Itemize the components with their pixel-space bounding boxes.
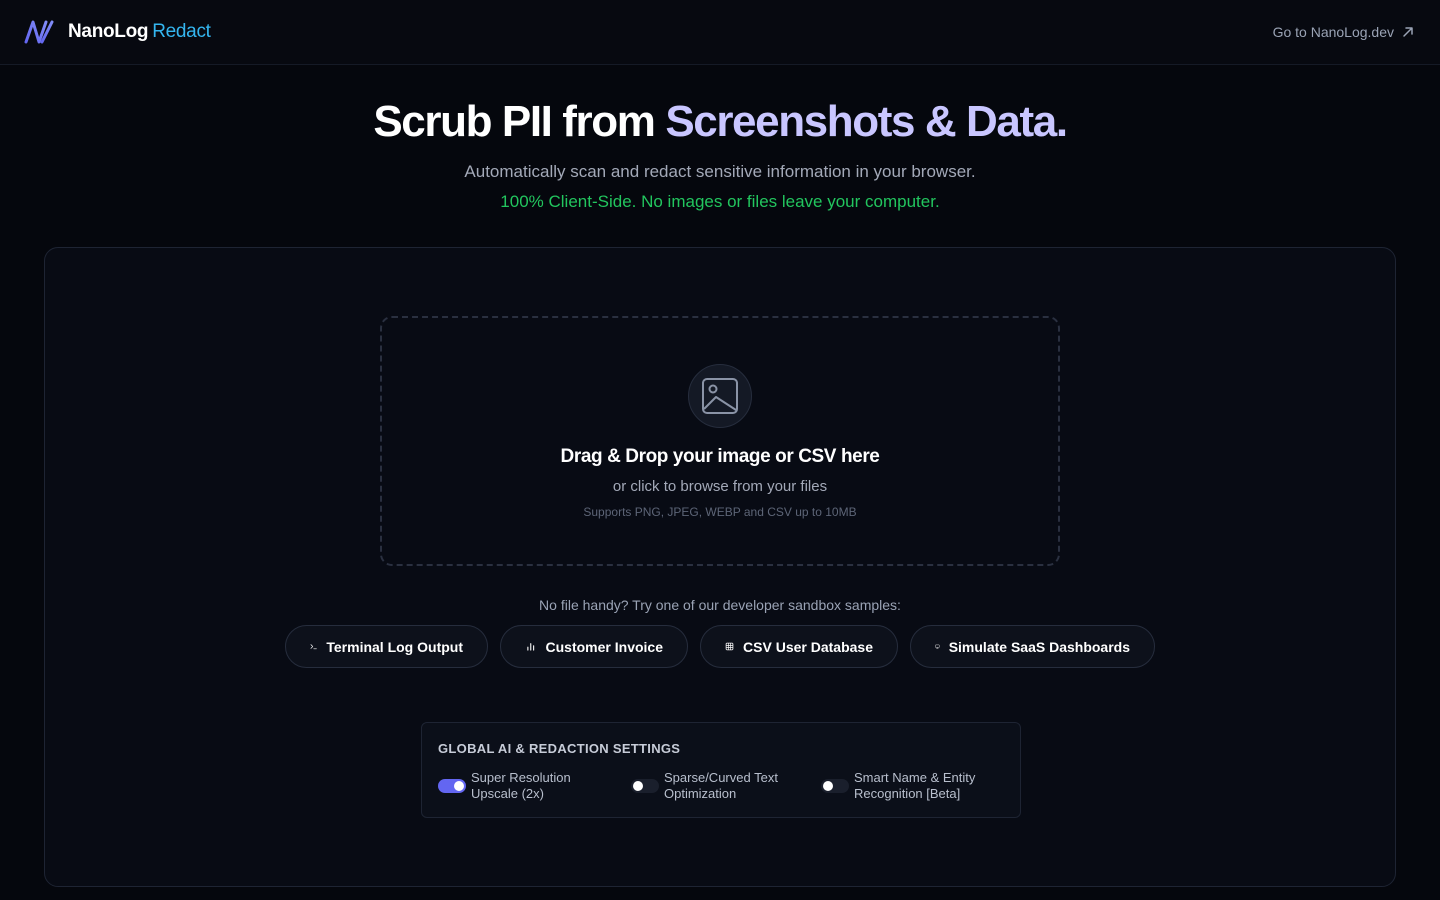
switch-knob xyxy=(454,781,464,791)
sample-csv-database-label: CSV User Database xyxy=(743,638,873,655)
curved-text-switch[interactable] xyxy=(631,779,659,793)
sample-saas-dashboards-label: Simulate SaaS Dashboards xyxy=(948,638,1130,655)
entity-recognition-switch[interactable] xyxy=(821,779,849,793)
sample-buttons: Terminal Log Output Customer Invoice CSV… xyxy=(285,625,1155,668)
settings-title: GLOBAL AI & REDACTION SETTINGS xyxy=(438,741,681,756)
nanolog-dev-link[interactable]: Go to NanoLog.dev xyxy=(1273,24,1414,40)
monitor-icon xyxy=(935,644,940,649)
super-resolution-label-line2: Upscale (2x) xyxy=(471,786,544,801)
nanolog-dev-link-label: Go to NanoLog.dev xyxy=(1272,24,1394,40)
dropzone-subtitle: or click to browse from your files xyxy=(612,478,828,495)
file-dropzone[interactable]: Drag & Drop your image or CSV here or cl… xyxy=(380,316,1060,566)
super-resolution-label-line1: Super Resolution xyxy=(471,770,571,785)
sample-customer-invoice-label: Customer Invoice xyxy=(545,638,663,655)
terminal-icon xyxy=(310,644,317,650)
dropzone-title: Drag & Drop your image or CSV here xyxy=(560,446,880,467)
arrow-up-right-icon xyxy=(1403,27,1413,37)
page-title-purple: Screenshots & Data. xyxy=(665,97,1068,146)
hero-subtitle: Automatically scan and redact sensitive … xyxy=(464,161,976,181)
toggle-entity-recognition[interactable]: Smart Name & Entity Recognition [Beta] xyxy=(821,770,975,802)
brand-name-second: Redact xyxy=(152,21,211,42)
super-resolution-label: Super Resolution Upscale (2x) xyxy=(471,770,571,802)
curved-text-label-line1: Sparse/Curved Text xyxy=(664,770,778,785)
privacy-note: 100% Client-Side. No images or files lea… xyxy=(500,191,940,211)
hero: Scrub PII from Screenshots & Data. Autom… xyxy=(0,65,1440,212)
page-title: Scrub PII from Screenshots & Data. xyxy=(0,97,1440,148)
upload-panel: Drag & Drop your image or CSV here or cl… xyxy=(44,247,1396,887)
sample-saas-dashboards-button[interactable]: Simulate SaaS Dashboards xyxy=(910,625,1155,668)
image-icon xyxy=(702,378,738,414)
sample-customer-invoice-button[interactable]: Customer Invoice xyxy=(500,625,688,668)
brand-name-first: NanoLog xyxy=(68,21,149,42)
settings-toggles: Super Resolution Upscale (2x) Sparse/Cur… xyxy=(438,770,1004,802)
redaction-settings: GLOBAL AI & REDACTION SETTINGS Super Res… xyxy=(421,722,1021,818)
brand[interactable]: NanoLog Redact xyxy=(24,19,211,45)
page-title-white: Scrub PII from xyxy=(373,97,666,146)
entity-recognition-label-line1: Smart Name & Entity xyxy=(854,770,976,785)
sample-terminal-log-button[interactable]: Terminal Log Output xyxy=(285,625,488,668)
bar-chart-icon xyxy=(527,643,535,651)
toggle-curved-text[interactable]: Sparse/Curved Text Optimization xyxy=(631,770,821,802)
table-grid-icon xyxy=(725,642,734,651)
switch-knob xyxy=(823,781,833,791)
switch-knob xyxy=(633,781,643,791)
nanolog-logo-icon xyxy=(24,20,54,44)
entity-recognition-label: Smart Name & Entity Recognition [Beta] xyxy=(854,770,975,802)
sample-csv-database-button[interactable]: CSV User Database xyxy=(700,625,898,668)
entity-recognition-label-line2: Recognition [Beta] xyxy=(854,786,961,801)
curved-text-label-line2: Optimization xyxy=(664,786,737,801)
dropzone-icon-circle xyxy=(688,364,752,428)
top-navbar: NanoLog Redact Go to NanoLog.dev xyxy=(0,0,1440,65)
brand-name: NanoLog Redact xyxy=(68,21,211,43)
sample-terminal-log-label: Terminal Log Output xyxy=(326,638,463,655)
dropzone-note: Supports PNG, JPEG, WEBP and CSV up to 1… xyxy=(583,505,857,519)
super-resolution-switch[interactable] xyxy=(438,779,466,793)
curved-text-label: Sparse/Curved Text Optimization xyxy=(664,770,778,802)
samples-label: No file handy? Try one of our developer … xyxy=(539,597,901,613)
toggle-super-resolution[interactable]: Super Resolution Upscale (2x) xyxy=(438,770,631,802)
